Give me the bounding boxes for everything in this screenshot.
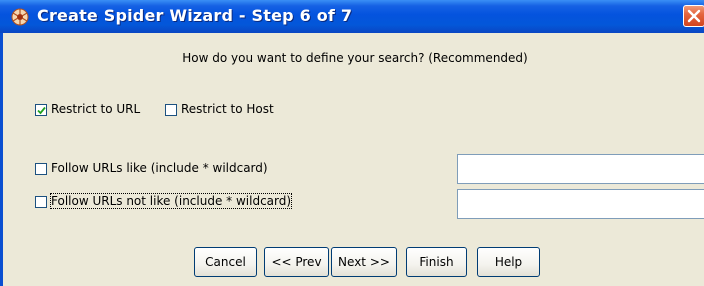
next-button[interactable]: Next >> <box>331 247 397 277</box>
cancel-button[interactable]: Cancel <box>194 247 257 277</box>
prev-button[interactable]: << Prev <box>264 247 329 277</box>
restrict-host-label[interactable]: Restrict to Host <box>181 102 274 116</box>
question-text: How do you want to define your search? (… <box>182 51 528 65</box>
follow-not-like-checkbox[interactable] <box>35 196 47 208</box>
follow-like-checkbox[interactable] <box>35 163 47 175</box>
restrict-url-checkbox[interactable] <box>35 104 47 116</box>
follow-not-like-input[interactable] <box>457 189 704 219</box>
help-button[interactable]: Help <box>477 247 540 277</box>
follow-not-like-label[interactable]: Follow URLs not like (include * wildcard… <box>49 193 293 209</box>
finish-button[interactable]: Finish <box>406 247 467 277</box>
window-title: Create Spider Wizard - Step 6 of 7 <box>37 6 353 25</box>
restrict-host-checkbox[interactable] <box>165 104 177 116</box>
spider-app-icon <box>11 8 29 26</box>
title-bar[interactable]: Create Spider Wizard - Step 6 of 7 <box>0 0 704 33</box>
follow-like-label[interactable]: Follow URLs like (include * wildcard) <box>51 161 268 175</box>
close-icon <box>687 9 701 23</box>
wizard-window: Create Spider Wizard - Step 6 of 7 How d… <box>0 0 704 286</box>
checkmark-icon <box>37 106 46 115</box>
close-button[interactable] <box>683 5 704 27</box>
follow-like-input[interactable] <box>457 154 704 184</box>
restrict-url-label[interactable]: Restrict to URL <box>51 102 140 116</box>
